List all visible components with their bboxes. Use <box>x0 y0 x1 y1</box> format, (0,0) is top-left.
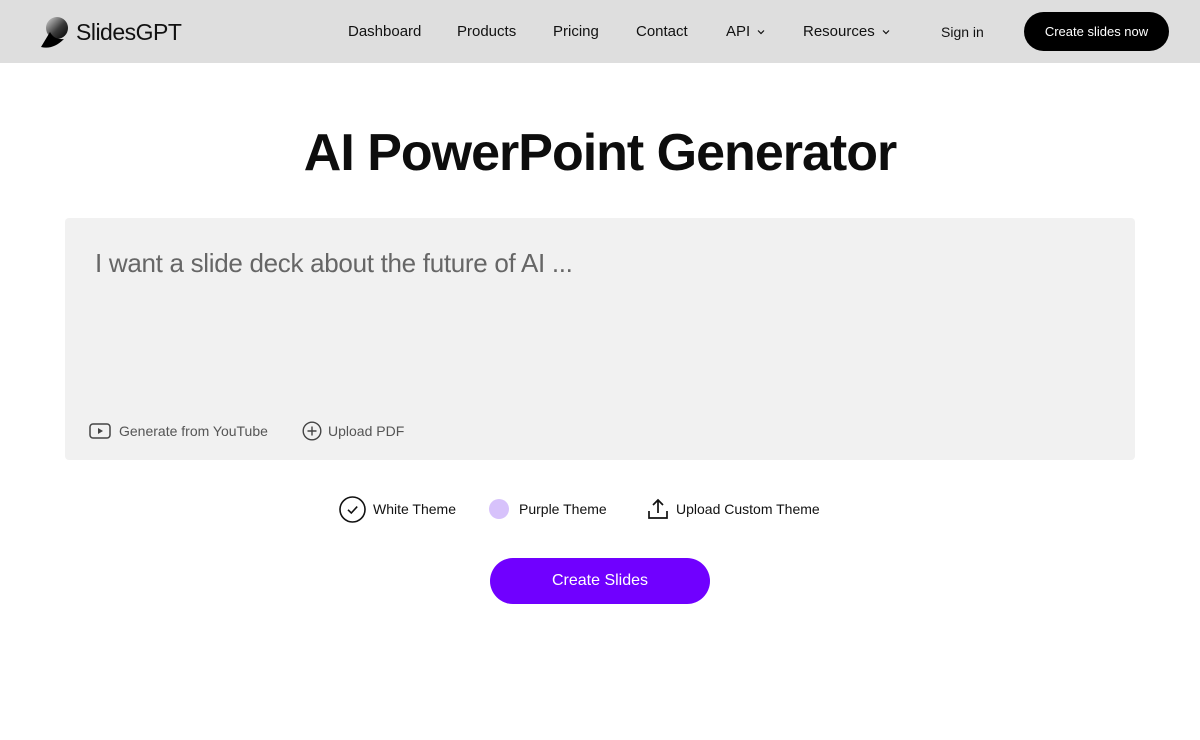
nav-resources[interactable]: Resources <box>803 22 891 42</box>
upload-icon <box>648 498 668 519</box>
nav-resources-label: Resources <box>803 23 875 40</box>
generate-from-youtube-label: Generate from YouTube <box>119 423 268 439</box>
nav-contact[interactable]: Contact <box>636 22 688 42</box>
sign-in-link[interactable]: Sign in <box>941 22 984 42</box>
plus-circle-icon <box>302 421 322 441</box>
chevron-down-icon <box>882 30 890 35</box>
play-icon <box>89 423 111 439</box>
top-navigation-bar: SlidesGPT Dashboard Products Pricing Con… <box>0 0 1200 63</box>
prompt-input[interactable] <box>95 248 1105 358</box>
nav-products[interactable]: Products <box>457 22 516 42</box>
upload-pdf-button[interactable]: Upload PDF <box>302 420 404 442</box>
create-slides-now-button[interactable]: Create slides now <box>1024 12 1169 51</box>
nav-dashboard[interactable]: Dashboard <box>348 22 421 42</box>
slidesgpt-logo-icon <box>41 17 68 48</box>
white-theme-label: White Theme <box>373 501 456 517</box>
upload-pdf-label: Upload PDF <box>328 423 405 439</box>
check-circle-icon <box>339 495 366 523</box>
brand-home-link[interactable]: SlidesGPT <box>40 14 182 50</box>
upload-custom-theme-label: Upload Custom Theme <box>676 501 820 517</box>
white-theme-option[interactable]: White Theme <box>339 495 456 523</box>
generate-from-youtube-button[interactable]: Generate from YouTube <box>89 420 268 442</box>
upload-custom-theme-option[interactable]: Upload Custom Theme <box>647 495 820 523</box>
nav-pricing[interactable]: Pricing <box>553 22 599 42</box>
prompt-card: Generate from YouTube Upload PDF <box>65 218 1135 460</box>
purple-theme-option[interactable]: Purple Theme <box>489 495 607 523</box>
nav-api[interactable]: API <box>726 22 766 42</box>
nav-api-label: API <box>726 23 751 40</box>
purple-swatch <box>489 499 509 519</box>
page-title: AI PowerPoint Generator <box>303 124 897 182</box>
chevron-down-icon <box>757 30 765 35</box>
brand-name: SlidesGPT <box>76 18 182 45</box>
purple-theme-label: Purple Theme <box>519 501 607 517</box>
create-slides-button[interactable]: Create Slides <box>490 558 710 604</box>
